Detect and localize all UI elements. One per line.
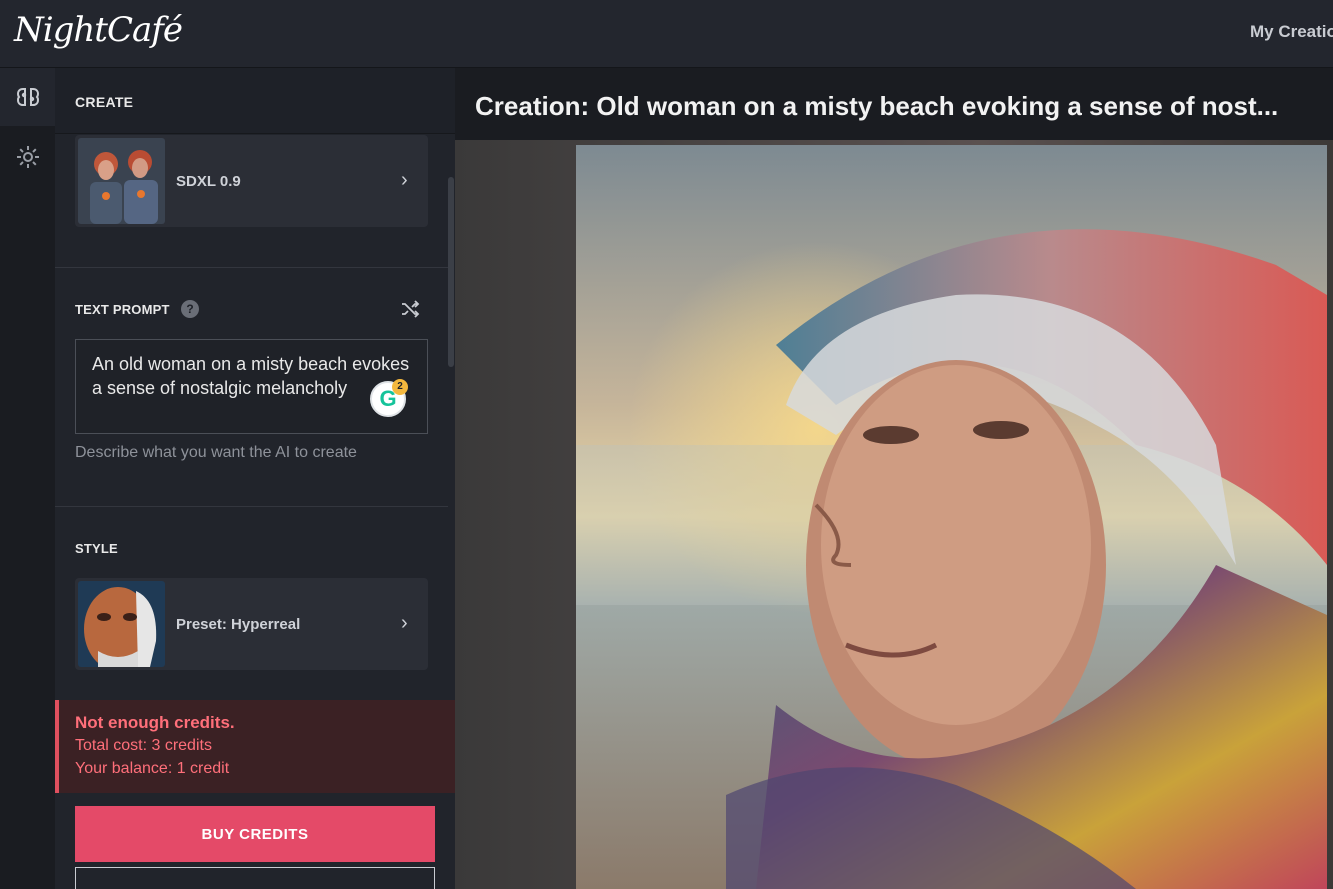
brain-icon <box>16 88 39 106</box>
text-prompt-title: TEXT PROMPT <box>75 302 170 317</box>
shuffle-icon[interactable] <box>400 299 420 319</box>
creation-header: Creation: Old woman on a misty beach evo… <box>455 68 1333 140</box>
gear-icon <box>16 146 39 168</box>
divider <box>55 506 448 507</box>
create-heading: CREATE <box>75 94 134 110</box>
chevron-right-icon: › <box>401 612 408 634</box>
secondary-button[interactable] <box>75 867 435 889</box>
alert-total-cost: Total cost: 3 credits <box>75 737 212 754</box>
buy-credits-button[interactable]: BUY CREDITS <box>75 806 435 862</box>
panel-scrollbar[interactable] <box>448 177 454 367</box>
alert-balance: Your balance: 1 credit <box>75 760 230 777</box>
create-rail-button[interactable] <box>0 68 55 126</box>
creation-image[interactable] <box>576 145 1327 889</box>
model-selector-card[interactable]: SDXL 0.9 › <box>75 135 428 227</box>
model-thumbnail <box>78 138 165 224</box>
settings-rail-button[interactable] <box>0 128 55 186</box>
chevron-right-icon: › <box>401 169 408 191</box>
style-selector-card[interactable]: Preset: Hyperreal › <box>75 578 428 670</box>
creation-title: Creation: Old woman on a misty beach evo… <box>475 91 1279 121</box>
insufficient-credits-alert: Not enough credits. Total cost: 3 credit… <box>55 700 455 793</box>
icon-rail <box>0 68 55 889</box>
style-title: STYLE <box>75 541 118 556</box>
style-preset-name: Preset: Hyperreal <box>176 616 301 633</box>
create-panel-header: CREATE <box>55 68 455 134</box>
prompt-hint-text: Describe what you want the AI to create <box>75 444 357 461</box>
nightcafe-logo[interactable]: NightCafé <box>14 10 183 50</box>
alert-title: Not enough credits. <box>75 713 235 732</box>
grammarly-count-badge: 2 <box>392 379 408 395</box>
top-bar: NightCafé My Creatio <box>0 0 1333 68</box>
create-panel: CREATE SDXL 0.9 › TEXT PROMPT ? An old w… <box>55 68 455 889</box>
divider <box>55 267 448 268</box>
model-name: SDXL 0.9 <box>176 173 241 190</box>
style-thumbnail <box>78 581 165 667</box>
nav-my-creations[interactable]: My Creatio <box>1250 22 1333 42</box>
creation-view: Creation: Old woman on a misty beach evo… <box>455 68 1333 889</box>
help-icon[interactable]: ? <box>181 300 199 318</box>
